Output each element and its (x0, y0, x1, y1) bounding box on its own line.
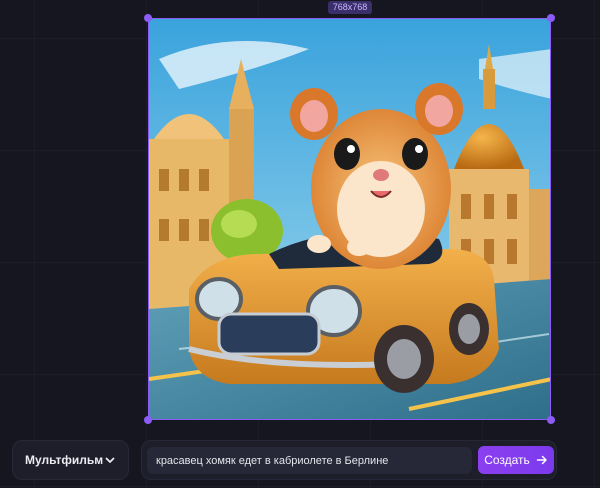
chevron-down-icon (105, 457, 115, 463)
create-button-label: Создать (484, 453, 530, 467)
resize-handle-top-left[interactable] (144, 14, 152, 22)
prompt-bar: Создать (141, 440, 557, 480)
arrow-right-icon (536, 455, 547, 465)
style-dropdown-value: Мультфильм (25, 453, 104, 467)
resize-handle-bottom-right[interactable] (547, 416, 555, 424)
image-size-badge: 768x768 (328, 1, 372, 14)
prompt-input[interactable] (147, 447, 472, 474)
generated-image (149, 19, 550, 419)
resize-handle-top-right[interactable] (547, 14, 555, 22)
generated-image-frame[interactable] (148, 18, 551, 420)
create-button[interactable]: Создать (478, 446, 554, 474)
resize-handle-bottom-left[interactable] (144, 416, 152, 424)
style-dropdown[interactable]: Мультфильм (12, 440, 129, 480)
